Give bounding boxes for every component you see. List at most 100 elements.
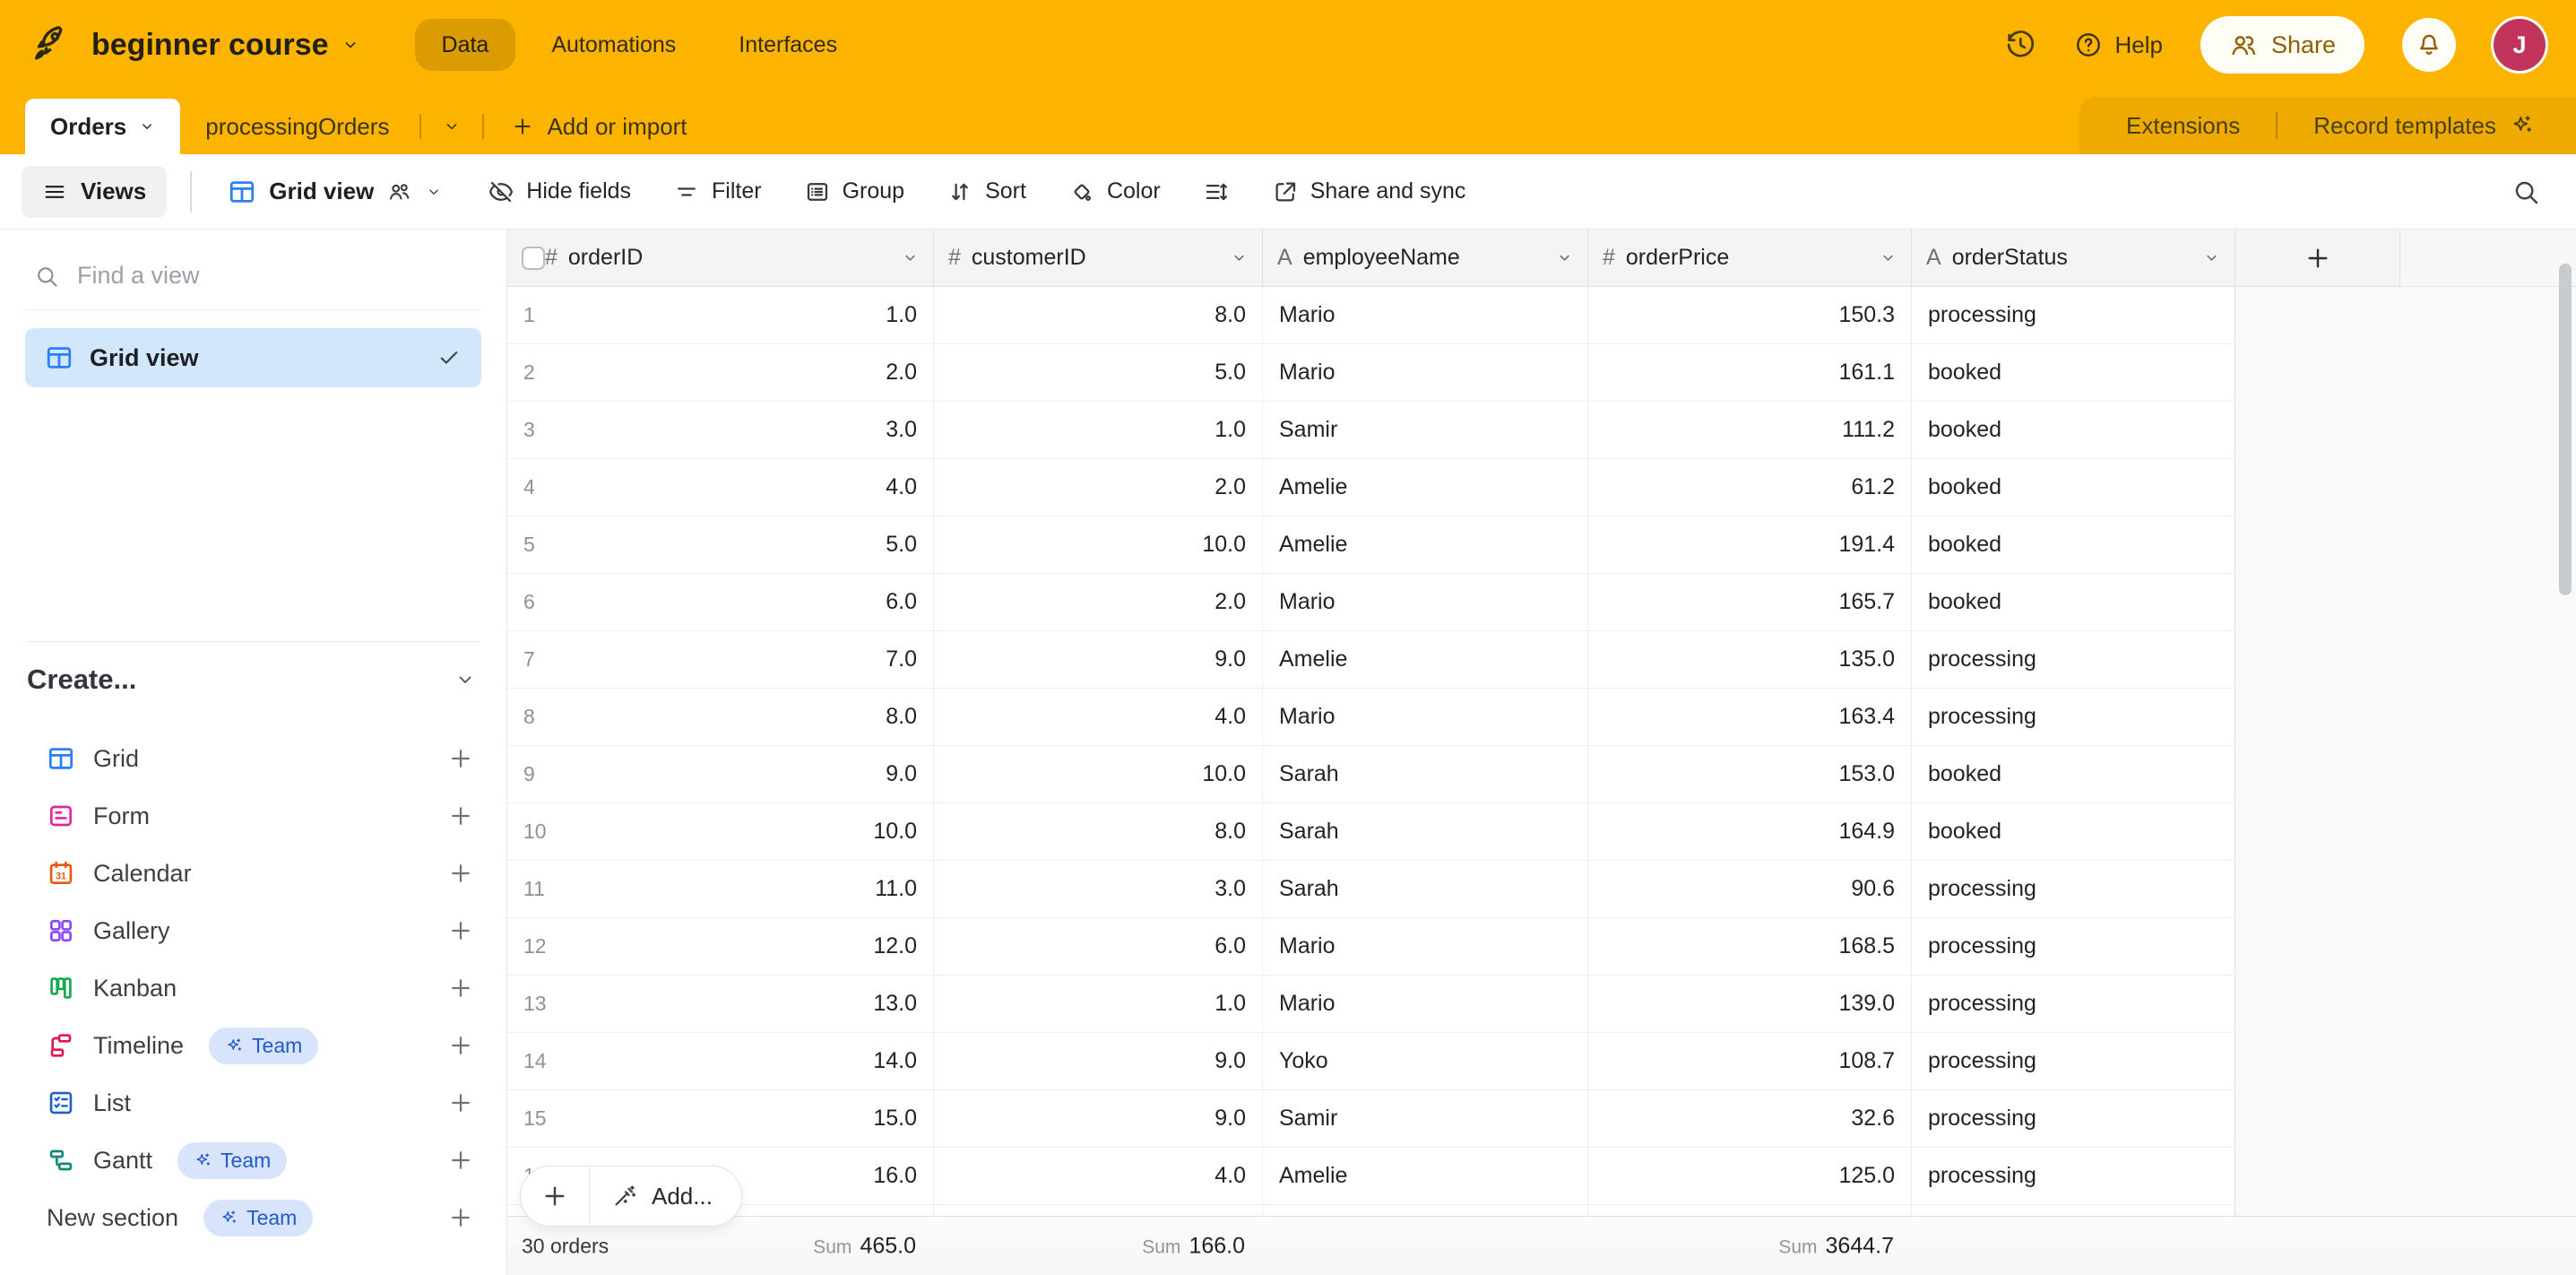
cell-orderPrice[interactable]: 32.6 <box>1588 1090 1912 1147</box>
cell-orderStatus[interactable]: booked <box>1912 746 2235 802</box>
chevron-down-icon[interactable] <box>902 249 919 266</box>
column-header-employeeName[interactable]: AemployeeName <box>1263 230 1588 287</box>
add-field-button[interactable] <box>2235 230 2400 287</box>
plus-icon[interactable] <box>447 975 474 1002</box>
cell-orderStatus[interactable]: processing <box>1912 918 2235 975</box>
help-button[interactable]: Help <box>2074 30 2162 59</box>
cell-orderPrice[interactable]: 164.9 <box>1588 803 1912 860</box>
cell-orderStatus[interactable]: processing <box>1912 1033 2235 1089</box>
cell-orderPrice[interactable]: 163.4 <box>1588 689 1912 745</box>
cell-customerID[interactable]: 9.0 <box>934 1090 1263 1147</box>
cell-orderStatus[interactable]: processing <box>1912 976 2235 1032</box>
add-with-ai-button[interactable]: Add... <box>590 1167 741 1226</box>
column-header-customerID[interactable]: #customerID <box>934 230 1263 287</box>
table-tab-orders[interactable]: Orders <box>25 99 180 154</box>
cell-orderStatus[interactable]: booked <box>1912 344 2235 401</box>
cell-orderStatus[interactable]: processing <box>1912 861 2235 917</box>
cell-employeeName[interactable]: Mario <box>1263 574 1588 630</box>
cell-customerID[interactable]: 1.0 <box>934 976 1263 1032</box>
cell-employeeName[interactable]: Mario <box>1263 344 1588 401</box>
cell-orderStatus[interactable]: processing <box>1912 1148 2235 1204</box>
cell-orderPrice[interactable]: 153.0 <box>1588 746 1912 802</box>
base-title[interactable]: beginner course <box>91 28 329 63</box>
cell-customerID[interactable]: 10.0 <box>934 516 1263 573</box>
cell-orderID[interactable]: 1515.0 <box>507 1090 934 1147</box>
cell-orderID[interactable]: 66.0 <box>507 574 934 630</box>
cell-customerID[interactable]: 8.0 <box>934 803 1263 860</box>
cell-orderID[interactable]: 1313.0 <box>507 976 934 1032</box>
cell-orderID[interactable]: 1212.0 <box>507 918 934 975</box>
cell-orderID[interactable]: 77.0 <box>507 631 934 688</box>
cell-orderStatus[interactable]: booked <box>1912 574 2235 630</box>
column-header-orderID[interactable]: #orderID <box>507 230 934 287</box>
cell-customerID[interactable]: 4.0 <box>934 689 1263 745</box>
plus-icon[interactable] <box>447 1204 474 1231</box>
chevron-down-icon[interactable] <box>1880 249 1897 266</box>
cell-employeeName[interactable]: Mario <box>1263 976 1588 1032</box>
cell-employeeName[interactable]: Samir <box>1263 1090 1588 1147</box>
history-icon[interactable] <box>2004 29 2036 61</box>
views-button[interactable]: Views <box>22 166 167 218</box>
nav-tab-automations[interactable]: Automations <box>524 19 703 71</box>
extensions-button[interactable]: Extensions <box>2126 112 2240 140</box>
cell-orderPrice[interactable]: 61.2 <box>1588 459 1912 516</box>
toolbar-sort-button[interactable]: Sort <box>929 167 1043 217</box>
cell-orderID[interactable]: 55.0 <box>507 516 934 573</box>
chevron-down-icon[interactable] <box>1556 249 1573 266</box>
find-view-search[interactable] <box>25 262 481 310</box>
plus-icon[interactable] <box>447 1032 474 1059</box>
create-header[interactable]: Create... <box>27 660 476 699</box>
cell-orderStatus[interactable]: processing <box>1912 631 2235 688</box>
cell-orderStatus[interactable]: processing <box>1912 287 2235 343</box>
cell-employeeName[interactable]: Amelie <box>1263 631 1588 688</box>
summary-sum-orderPrice[interactable]: Sum3644.7 <box>507 1233 1894 1259</box>
cell-orderPrice[interactable]: 111.2 <box>1588 402 1912 458</box>
sidebar-item-grid-view[interactable]: Grid view <box>25 328 481 387</box>
cell-orderID[interactable]: 88.0 <box>507 689 934 745</box>
cell-customerID[interactable]: 2.0 <box>934 459 1263 516</box>
share-button[interactable]: Share <box>2200 16 2364 74</box>
sidebar-create-gallery[interactable]: Gallery <box>25 902 481 959</box>
sidebar-create-timeline[interactable]: TimelineTeam <box>25 1017 481 1074</box>
plus-icon[interactable] <box>447 802 474 829</box>
cell-orderPrice[interactable]: 150.3 <box>1588 287 1912 343</box>
plus-icon[interactable] <box>447 917 474 944</box>
cell-orderID[interactable]: 33.0 <box>507 402 934 458</box>
cell-employeeName[interactable]: Sarah <box>1263 803 1588 860</box>
toolbar-share-and-sync-button[interactable]: Share and sync <box>1255 167 1483 217</box>
select-all-checkbox[interactable] <box>522 247 545 270</box>
cell-orderStatus[interactable]: booked <box>1912 402 2235 458</box>
nav-tab-interfaces[interactable]: Interfaces <box>712 19 864 71</box>
chevron-down-icon[interactable] <box>341 36 359 54</box>
cell-orderPrice[interactable]: 139.0 <box>1588 976 1912 1032</box>
chevron-down-icon[interactable] <box>2203 249 2220 266</box>
sidebar-create-calendar[interactable]: 31Calendar <box>25 845 481 902</box>
cell-orderID[interactable]: 1111.0 <box>507 861 934 917</box>
nav-tab-data[interactable]: Data <box>415 19 516 71</box>
toolbar-color-button[interactable]: Color <box>1051 167 1178 217</box>
find-view-input[interactable] <box>77 262 472 290</box>
notifications-button[interactable] <box>2402 18 2456 72</box>
cell-employeeName[interactable]: Amelie <box>1263 459 1588 516</box>
view-switcher-button[interactable]: Grid view <box>215 178 454 206</box>
cell-customerID[interactable]: 9.0 <box>934 631 1263 688</box>
column-header-orderStatus[interactable]: AorderStatus <box>1912 230 2235 287</box>
cell-customerID[interactable]: 1.0 <box>934 402 1263 458</box>
plus-icon[interactable] <box>447 860 474 887</box>
cell-orderID[interactable]: 11.0 <box>507 287 934 343</box>
plus-icon[interactable] <box>447 1147 474 1174</box>
table-tab-processingorders[interactable]: processingOrders <box>180 99 414 154</box>
add-or-import-button[interactable]: Add or import <box>489 113 708 141</box>
cell-employeeName[interactable]: Mario <box>1263 287 1588 343</box>
cell-orderID[interactable]: 44.0 <box>507 459 934 516</box>
sidebar-create-form[interactable]: Form <box>25 787 481 845</box>
cell-employeeName[interactable]: Amelie <box>1263 516 1588 573</box>
sidebar-create-grid[interactable]: Grid <box>25 730 481 787</box>
cell-customerID[interactable]: 9.0 <box>934 1033 1263 1089</box>
toolbar-hide-fields-button[interactable]: Hide fields <box>471 167 648 217</box>
cell-orderID[interactable]: 1010.0 <box>507 803 934 860</box>
sidebar-create-gantt[interactable]: GanttTeam <box>25 1132 481 1189</box>
cell-orderStatus[interactable]: booked <box>1912 516 2235 573</box>
plus-icon[interactable] <box>447 1089 474 1116</box>
cell-employeeName[interactable]: Mario <box>1263 918 1588 975</box>
